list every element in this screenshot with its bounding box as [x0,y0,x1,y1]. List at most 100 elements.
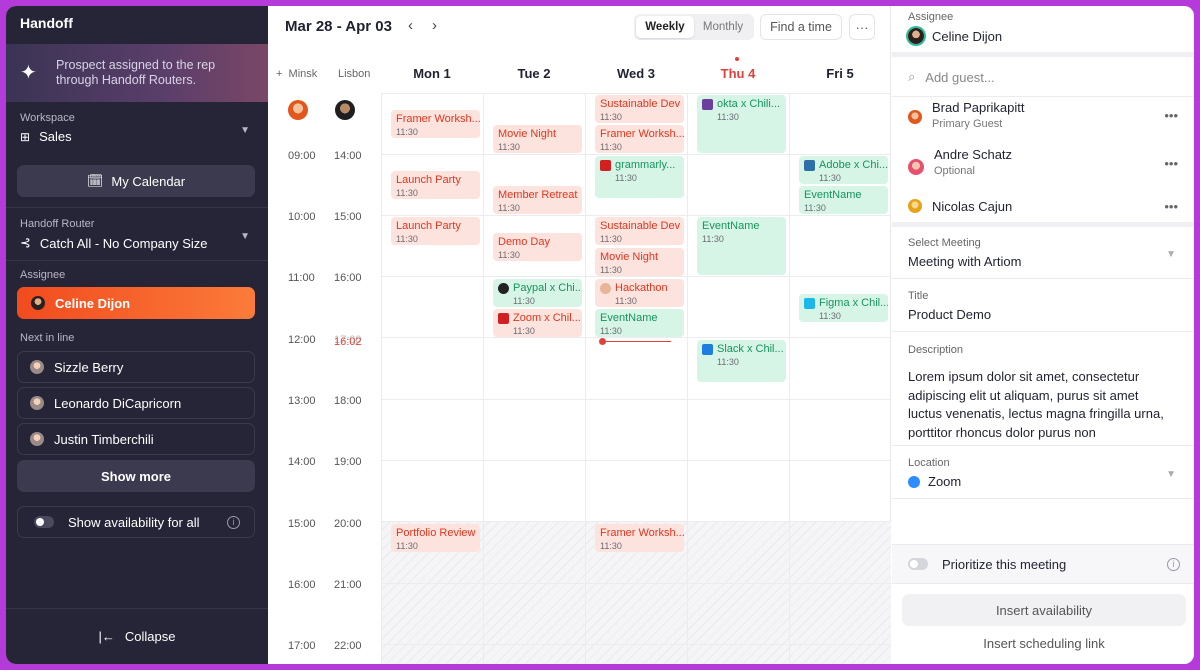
time-label: 10:00 [288,211,316,223]
workspace-select[interactable]: ⊞ Sales [20,129,72,144]
dropbox-icon [702,343,713,355]
find-time-button[interactable]: Find a time [760,14,842,40]
chevron-down-icon[interactable]: ▼ [1166,469,1176,480]
avatar [600,282,611,294]
tab-monthly[interactable]: Monthly [694,16,752,38]
meeting-select[interactable]: Meeting with Artiom [908,254,1021,269]
toggle-switch[interactable] [34,516,54,528]
calendar-view: Mar 28 - Apr 03 ‹ › Weekly Monthly Find … [268,6,891,664]
twitch-icon [702,98,713,110]
grid-icon: ⊞ [20,129,31,144]
show-more-button[interactable]: Show more [17,460,255,492]
chevron-down-icon[interactable]: ▼ [240,125,250,136]
my-calendar-button[interactable]: 🗓 My Calendar [17,165,255,197]
calendar-event[interactable]: Adobe x Chi... 11:30 [799,156,888,184]
location-select[interactable]: Zoom [908,474,961,489]
day-header: Wed 3 [616,66,656,81]
calendar-event[interactable]: Sustainable Dev 11:30 [595,95,684,123]
calendar-event[interactable]: Framer Worksh... 11:30 [595,125,684,153]
prioritize-toggle-row[interactable]: Prioritize this meeting i [892,544,1194,584]
avatar [288,100,308,120]
collapse-icon: |← [98,629,115,644]
title-input[interactable]: Product Demo [908,307,991,322]
next-in-line-item[interactable]: Justin Timberchili [17,423,255,455]
chevron-down-icon[interactable]: ▼ [1166,249,1176,260]
assignee-label: Assignee [908,11,954,23]
timezone-label: Lisbon [338,68,371,80]
calendar-event[interactable]: Demo Day 11:30 [493,233,582,261]
chevron-right-icon[interactable]: › [432,17,437,34]
calendar-event[interactable]: Member Retreat 11:30 [493,186,582,214]
grid-line [381,644,891,645]
grid-line [789,93,790,664]
guest-menu-button[interactable]: ••• [1164,156,1178,171]
calendar-event[interactable]: Portfolio Review 11:30 [391,524,480,552]
day-header: Mon 1 [413,66,451,81]
assignee-value[interactable]: Celine Dijon [908,28,1002,44]
date-range: Mar 28 - Apr 03 [285,18,392,35]
search-icon: ⌕ [908,69,916,84]
guest-item[interactable]: Andre Schatz Optional [908,147,1012,177]
avatar [31,296,45,310]
calendar-event[interactable]: Framer Worksh... 11:30 [391,110,480,138]
guest-item[interactable]: Nicolas Cajun [908,199,1012,214]
calendar-event[interactable]: okta x Chili... 11:30 [697,95,786,153]
location-label: Location [908,457,950,469]
calendar-event[interactable]: Paypal x Chi... 11:30 [493,279,582,307]
calendar-event[interactable]: EventName 11:30 [799,186,888,214]
insert-scheduling-link[interactable]: Insert scheduling link [902,636,1186,651]
calendar-event[interactable]: Launch Party 11:30 [391,217,480,245]
guest-menu-button[interactable]: ••• [1164,108,1178,123]
calendar-event[interactable]: grammarly... 11:30 [595,156,684,198]
divider [892,331,1194,332]
collapse-button[interactable]: |← Collapse [6,608,268,664]
chevron-down-icon[interactable]: ▼ [240,231,250,242]
chevron-left-icon[interactable]: ‹ [408,17,413,34]
more-options-button[interactable]: ··· [849,14,875,40]
add-guest-input[interactable]: ⌕ Add guest... [908,69,995,85]
calendar-event[interactable]: Slack x Chil... 11:30 [697,340,786,382]
router-select[interactable]: ⊰ Catch All - No Company Size [20,235,208,251]
info-icon[interactable]: i [227,515,240,529]
calendar-event[interactable]: Movie Night 11:30 [493,125,582,153]
calendar-event[interactable]: EventName 11:30 [595,309,684,337]
calendar-event[interactable]: Zoom x Chil... 11:30 [493,309,582,337]
description-textarea[interactable]: Lorem ipsum dolor sit amet, consectetur … [908,368,1170,442]
time-label: 22:00 [334,640,362,652]
avatar [335,100,355,120]
banner-text: Prospect assigned to the rep through Han… [56,58,216,87]
time-label: 17:00 [288,640,316,652]
toggle-switch[interactable] [908,558,928,570]
title-label: Title [908,290,929,302]
app-window: Handoff ✦ Prospect assigned to the rep t… [6,6,1194,664]
grid-line [585,93,586,664]
vimeo-icon [804,297,815,309]
next-in-line-item[interactable]: Sizzle Berry [17,351,255,383]
assignee-button[interactable]: Celine Dijon [17,287,255,319]
calendar-event[interactable]: Movie Night 11:30 [595,248,684,276]
guest-item[interactable]: Brad Paprikapitt Primary Guest [908,100,1025,130]
add-timezone-button[interactable]: + Minsk [276,68,317,80]
calendar-event[interactable]: Sustainable Dev 11:30 [595,217,684,245]
time-label: 15:00 [288,518,316,530]
sparkle-icon: ✦ [20,62,37,84]
divider [6,260,268,261]
guest-menu-button[interactable]: ••• [1164,199,1178,214]
avatar [908,110,922,124]
calendar-event[interactable]: EventName 11:30 [697,217,786,275]
next-in-line-item[interactable]: Leonardo DiCapricorn [17,387,255,419]
grid-line [381,460,891,461]
description-label: Description [908,344,964,356]
tab-weekly[interactable]: Weekly [636,16,694,38]
time-label: 18:00 [334,395,362,407]
availability-toggle-row[interactable]: Show availability for all i [17,506,255,538]
calendar-event[interactable]: Figma x Chil... 11:30 [799,294,888,322]
calendar-event[interactable]: Framer Worksh... 11:30 [595,524,684,552]
calendar-event[interactable]: Hackathon 11:30 [595,279,684,307]
day-header: Fri 5 [826,66,854,81]
info-icon[interactable]: i [1167,557,1180,571]
calendar-event[interactable]: Launch Party 11:30 [391,171,480,199]
router-icon: ⊰ [20,235,31,250]
insert-availability-button[interactable]: Insert availability [902,594,1186,626]
time-label: 19:00 [334,456,362,468]
